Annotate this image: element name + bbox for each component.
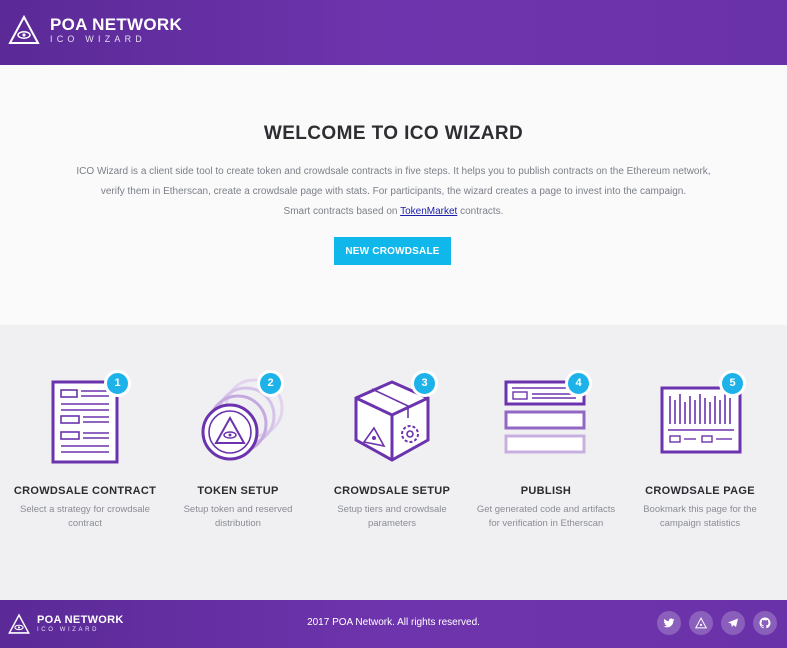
step-description: Setup tiers and crowdsale parameters xyxy=(337,504,447,529)
step-title: PUBLISH xyxy=(520,485,572,497)
step-number-badge: 3 xyxy=(411,370,438,397)
intro-line-2: verify them in Etherscan, create a crowd… xyxy=(100,186,687,197)
step-description: Get generated code and artifacts for ver… xyxy=(476,504,616,529)
poa-network-logo[interactable]: POA NETWORK ICO WIZARD xyxy=(8,14,182,46)
intro-line-3: Smart contracts based on TokenMarket con… xyxy=(20,202,767,222)
step-crowdsale-page: 5 CROWDSALE PAGE Bookmark this page for … xyxy=(620,370,780,531)
step-title: CROWDSALE PAGE xyxy=(645,485,755,497)
step-number-badge: 1 xyxy=(104,370,131,397)
brand-subtitle: ICO WIZARD xyxy=(50,33,146,44)
page-title: WELCOME TO ICO WIZARD xyxy=(263,123,524,144)
step-description: Bookmark this page for the campaign stat… xyxy=(643,504,757,529)
step-number-badge: 4 xyxy=(565,370,592,397)
footer: POA NETWORK ICO WIZARD 2017 POA Network.… xyxy=(0,600,787,648)
github-icon xyxy=(759,617,771,629)
step-crowdsale-contract: 1 CROWDSALE CONTRACT Select a strategy f… xyxy=(5,370,165,531)
intro-line-1: ICO Wizard is a client side tool to crea… xyxy=(76,166,711,177)
step-description: Select a strategy for crowdsale contract xyxy=(20,504,150,529)
step-token-setup: 2 TOKEN SETUP Setup token and reserved d… xyxy=(158,370,318,531)
step-title: CROWDSALE SETUP xyxy=(333,485,451,497)
step-title: TOKEN SETUP xyxy=(197,485,279,497)
poa-eye-triangle-icon xyxy=(8,14,40,44)
twitter-icon xyxy=(663,618,675,628)
social-links xyxy=(657,611,777,635)
step-title: CROWDSALE CONTRACT xyxy=(13,485,157,497)
github-link[interactable] xyxy=(753,611,777,635)
intro-line-3-suffix: contracts. xyxy=(457,206,504,217)
poa-icon xyxy=(695,617,707,629)
poa-link[interactable] xyxy=(689,611,713,635)
step-number-badge: 2 xyxy=(257,370,284,397)
step-description: Setup token and reserved distribution xyxy=(183,504,293,529)
step-number-badge: 5 xyxy=(719,370,746,397)
welcome-section: WELCOME TO ICO WIZARD ICO Wizard is a cl… xyxy=(0,65,787,325)
telegram-icon xyxy=(728,618,738,627)
intro-line-3-prefix: Smart contracts based on xyxy=(283,206,401,217)
top-header: POA NETWORK ICO WIZARD xyxy=(0,0,787,65)
intro-description: ICO Wizard is a client side tool to crea… xyxy=(20,162,767,222)
twitter-link[interactable] xyxy=(657,611,681,635)
brand-title: POA NETWORK xyxy=(50,14,183,34)
step-crowdsale-setup: 3 CROWDSALE SETUP Setup tiers and crowds… xyxy=(312,370,472,531)
new-crowdsale-button[interactable]: NEW CROWDSALE xyxy=(334,237,451,265)
step-publish: 4 PUBLISH Get generated code and artifac… xyxy=(466,370,626,531)
tokenmarket-link[interactable]: TokenMarket xyxy=(400,206,457,217)
telegram-link[interactable] xyxy=(721,611,745,635)
steps-section: 1 CROWDSALE CONTRACT Select a strategy f… xyxy=(0,325,787,600)
